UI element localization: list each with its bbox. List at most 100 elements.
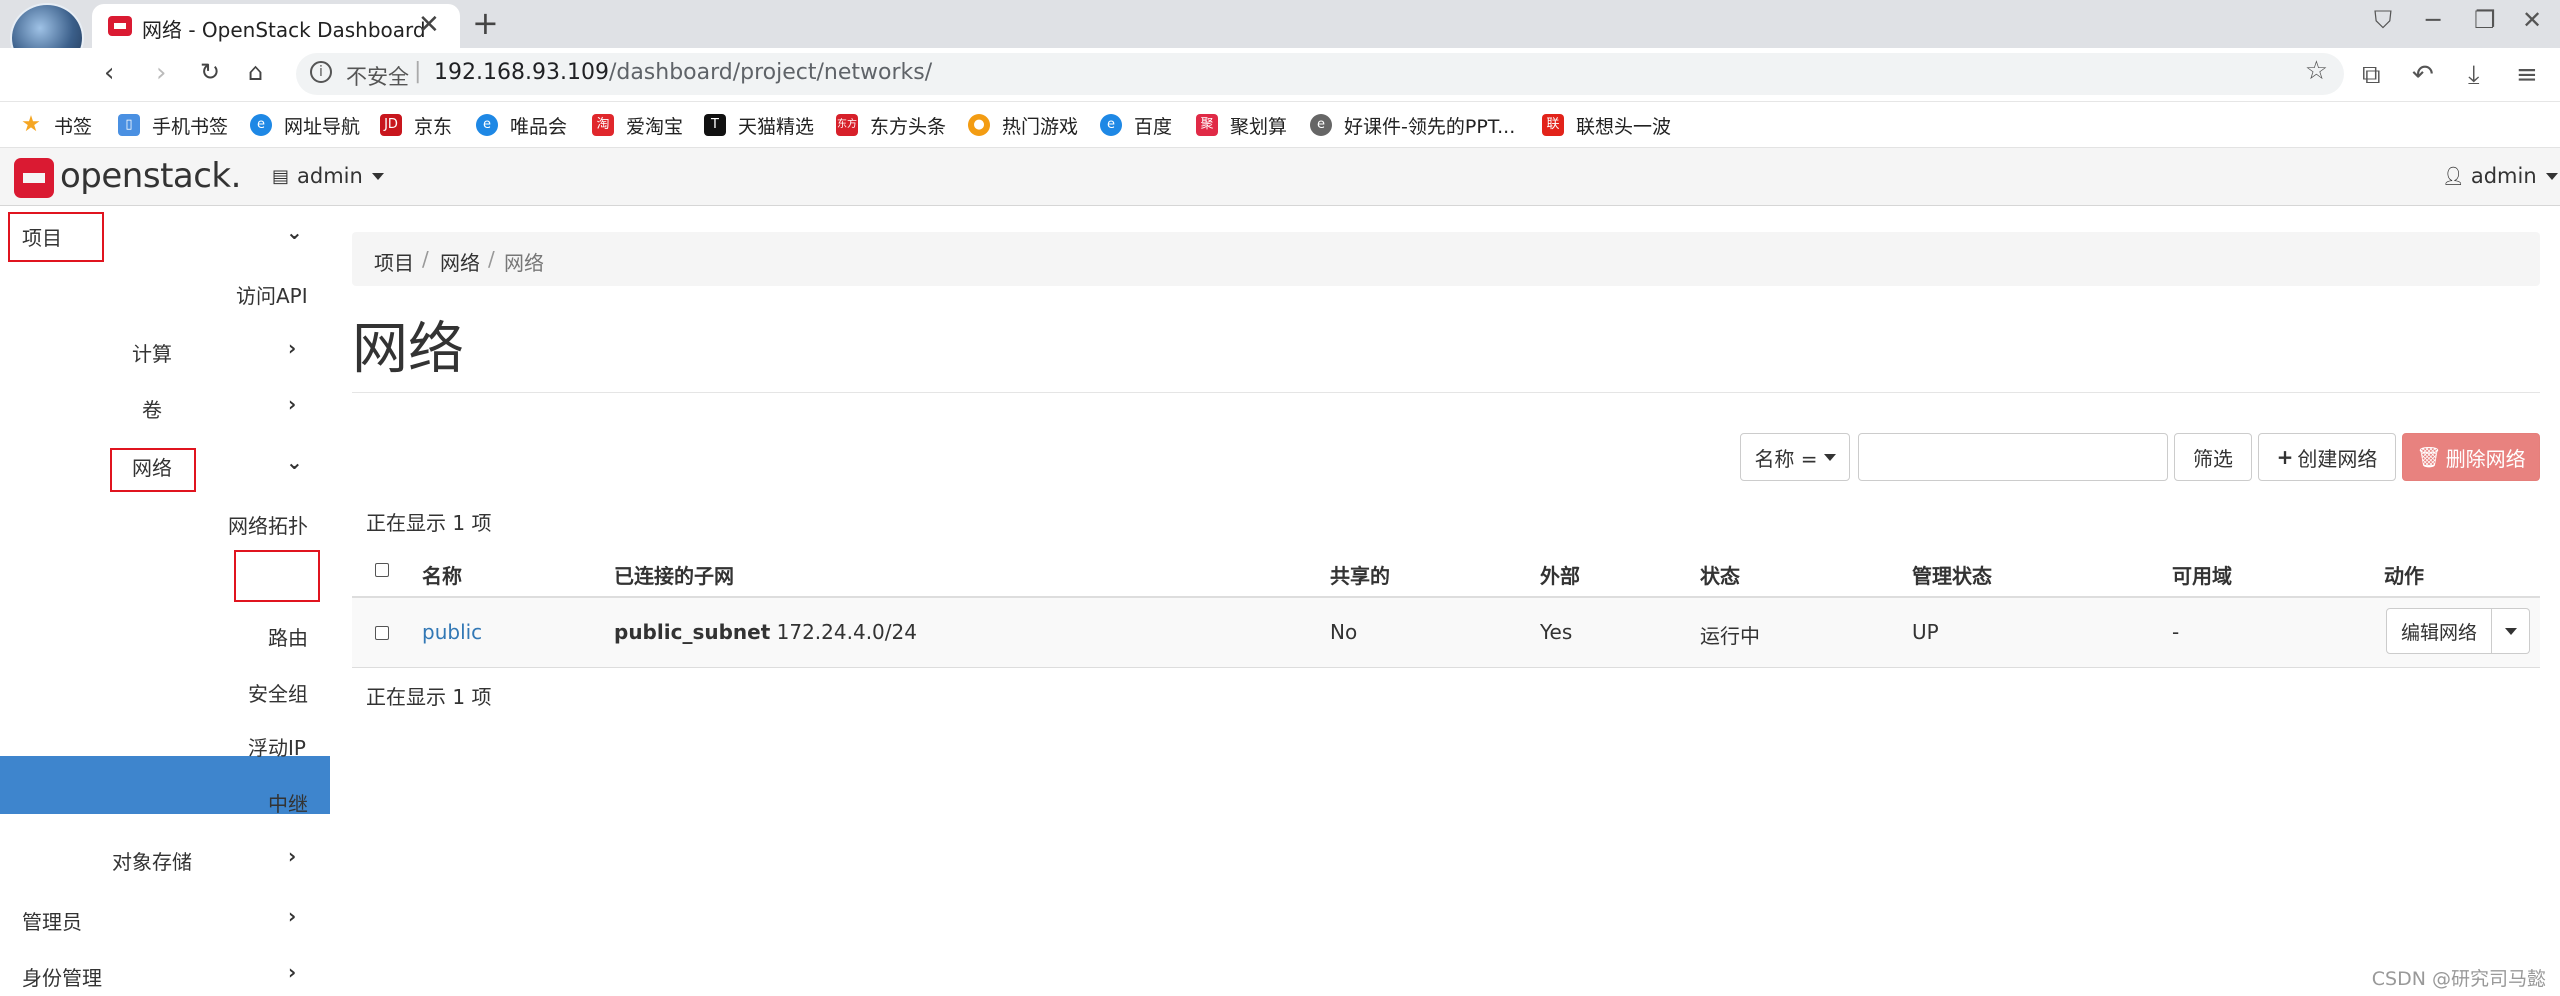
- delete-network-button[interactable]: 🗑︎ 删除网络: [2402, 433, 2540, 481]
- tab-search-icon[interactable]: ⛉: [2374, 6, 2392, 34]
- back-icon[interactable]: ‹: [104, 58, 114, 88]
- sidebar-item-security-groups[interactable]: 安全组: [248, 678, 308, 707]
- network-name-link[interactable]: public: [422, 620, 482, 644]
- column-header-external[interactable]: 外部: [1540, 560, 1580, 589]
- url-path: /dashboard/project/networks/: [608, 60, 933, 85]
- extensions-icon[interactable]: ⧉: [2362, 60, 2381, 91]
- filter-button[interactable]: 筛选: [2174, 433, 2252, 481]
- openstack-logo-icon[interactable]: [14, 158, 54, 198]
- bookmark-item[interactable]: 联联想头一波: [1542, 112, 1671, 138]
- star-icon: ★: [21, 112, 41, 137]
- project-selector[interactable]: ▤ admin: [272, 164, 384, 188]
- sidebar-item-network-topology[interactable]: 网络拓扑: [228, 510, 308, 539]
- sidebar-item-volumes[interactable]: 卷: [142, 394, 162, 423]
- bookmark-label: 天猫精选: [738, 115, 815, 138]
- row-checkbox[interactable]: [375, 626, 389, 640]
- new-tab-button[interactable]: +: [472, 4, 499, 42]
- bookmark-label: 东方头条: [870, 115, 947, 138]
- chevron-right-icon[interactable]: ›: [288, 392, 296, 416]
- bookmark-label: 京东: [414, 115, 453, 138]
- sidebar-item-routers[interactable]: 路由: [268, 622, 308, 651]
- minimize-icon[interactable]: ─: [2426, 6, 2440, 34]
- logo-text[interactable]: openstack.: [60, 156, 241, 196]
- bookmark-label: 聚划算: [1230, 115, 1288, 138]
- tab-close-icon[interactable]: ✕: [418, 10, 440, 40]
- url-text[interactable]: 192.168.93.109/dashboard/project/network…: [434, 60, 932, 85]
- select-all-checkbox[interactable]: [375, 563, 389, 577]
- tab-title: 网络 - OpenStack Dashboard: [142, 18, 426, 42]
- bookmark-item[interactable]: e 网址导航: [250, 112, 360, 138]
- breadcrumb-item[interactable]: 网络: [440, 247, 480, 276]
- reload-icon[interactable]: ↻: [200, 58, 220, 86]
- column-header-availability-zone[interactable]: 可用域: [2172, 560, 2232, 589]
- bookmark-item[interactable]: 淘爱淘宝: [592, 112, 683, 138]
- bookmark-label: 唯品会: [510, 115, 568, 138]
- forward-icon[interactable]: ›: [156, 58, 166, 88]
- e-icon: e: [250, 114, 272, 136]
- subnet-name: public_subnet: [614, 620, 771, 644]
- column-header-shared[interactable]: 共享的: [1330, 560, 1390, 589]
- bookmark-item[interactable]: T 天猫精选: [704, 112, 814, 138]
- delete-network-label: 删除网络: [2445, 446, 2526, 471]
- table-header: 名称 已连接的子网 共享的 外部 状态 管理状态 可用域 动作: [352, 546, 2540, 598]
- bookmark-item[interactable]: 聚聚划算: [1196, 112, 1287, 138]
- column-header-subnets[interactable]: 已连接的子网: [614, 560, 734, 589]
- chevron-right-icon[interactable]: ›: [288, 844, 296, 868]
- chevron-down-icon[interactable]: ⌄: [286, 450, 303, 474]
- sidebar-item-identity[interactable]: 身份管理: [22, 962, 102, 991]
- bookmark-item[interactable]: e 好课件-领先的PPT...: [1310, 112, 1515, 138]
- window-close-icon[interactable]: ✕: [2522, 6, 2542, 34]
- filter-input[interactable]: [1858, 433, 2168, 481]
- user-menu[interactable]: 👤︎ admin: [2442, 164, 2558, 188]
- menu-icon[interactable]: ≡: [2516, 60, 2538, 90]
- download-icon[interactable]: ⤓: [2468, 60, 2480, 91]
- bookmark-item[interactable]: ★ 书签: [20, 112, 92, 138]
- bookmarks-bar: ★ 书签 ▯ 手机书签 e 网址导航 JD 京东 e 唯品会 淘爱淘宝 T 天猫精选 东方东…: [0, 102, 2560, 148]
- sidebar-item-admin[interactable]: 管理员: [22, 906, 82, 935]
- bookmark-item[interactable]: e 百度: [1100, 112, 1172, 138]
- column-header-name[interactable]: 名称: [422, 560, 462, 589]
- trash-icon: 🗑︎: [2416, 445, 2442, 469]
- home-icon[interactable]: ⌂: [248, 58, 263, 86]
- bookmark-item[interactable]: 东方 东方头条: [836, 112, 946, 138]
- chevron-right-icon[interactable]: ›: [288, 960, 296, 984]
- more-actions-dropdown[interactable]: [2492, 608, 2530, 654]
- column-header-admin-state[interactable]: 管理状态: [1912, 560, 1992, 589]
- row-actions: 编辑网络: [2386, 608, 2530, 654]
- item-count-footer: 正在显示 1 项: [366, 685, 492, 709]
- filter-field-dropdown[interactable]: 名称 =: [1740, 433, 1850, 481]
- bookmark-item[interactable]: ● 热门游戏: [968, 112, 1078, 138]
- sidebar-item-access-api[interactable]: 访问API: [236, 280, 308, 309]
- create-network-button[interactable]: + 创建网络: [2258, 433, 2396, 481]
- sidebar-item-compute[interactable]: 计算: [132, 338, 172, 367]
- browser-tab-active[interactable]: 网络 - OpenStack Dashboard ✕: [92, 4, 460, 48]
- breadcrumb-item-current: 网络: [504, 251, 544, 275]
- security-label[interactable]: 不安全: [346, 61, 409, 91]
- dongfang-icon: 东方: [836, 114, 858, 136]
- user-menu-label: admin: [2470, 164, 2537, 188]
- sidebar-item-floating-ips[interactable]: 浮动IP: [248, 732, 306, 761]
- omnibox[interactable]: i 不安全 | 192.168.93.109/dashboard/project…: [296, 53, 2344, 95]
- openstack-header: openstack. ▤ admin 👤︎ admin: [0, 148, 2560, 206]
- bookmark-star-icon[interactable]: ☆: [2305, 56, 2328, 86]
- sidebar-item-trunks[interactable]: 中继: [268, 788, 308, 817]
- watermark: CSDN @研究司马懿: [2371, 968, 2546, 990]
- history-undo-icon[interactable]: ↶: [2412, 60, 2434, 90]
- annotation-box: [234, 550, 320, 602]
- restore-icon[interactable]: ❐: [2474, 6, 2496, 34]
- bookmark-item[interactable]: e 唯品会: [476, 112, 567, 138]
- chevron-down-icon[interactable]: ⌄: [286, 220, 303, 244]
- bookmark-item[interactable]: JD 京东: [380, 112, 452, 138]
- site-info-icon[interactable]: i: [310, 61, 332, 83]
- edit-network-button[interactable]: 编辑网络: [2386, 608, 2492, 654]
- bookmark-label: 手机书签: [152, 115, 229, 138]
- chevron-right-icon[interactable]: ›: [288, 904, 296, 928]
- bookmark-item[interactable]: ▯ 手机书签: [118, 112, 228, 138]
- chevron-right-icon[interactable]: ›: [288, 336, 296, 360]
- sidebar-item-object-store[interactable]: 对象存储: [112, 846, 192, 875]
- column-header-status[interactable]: 状态: [1700, 560, 1740, 589]
- filter-field-label: 名称 =: [1754, 446, 1818, 471]
- subnet-cidr: 172.24.4.0/24: [776, 620, 917, 644]
- breadcrumb-item[interactable]: 项目: [374, 247, 414, 276]
- jd-icon: JD: [380, 114, 402, 136]
